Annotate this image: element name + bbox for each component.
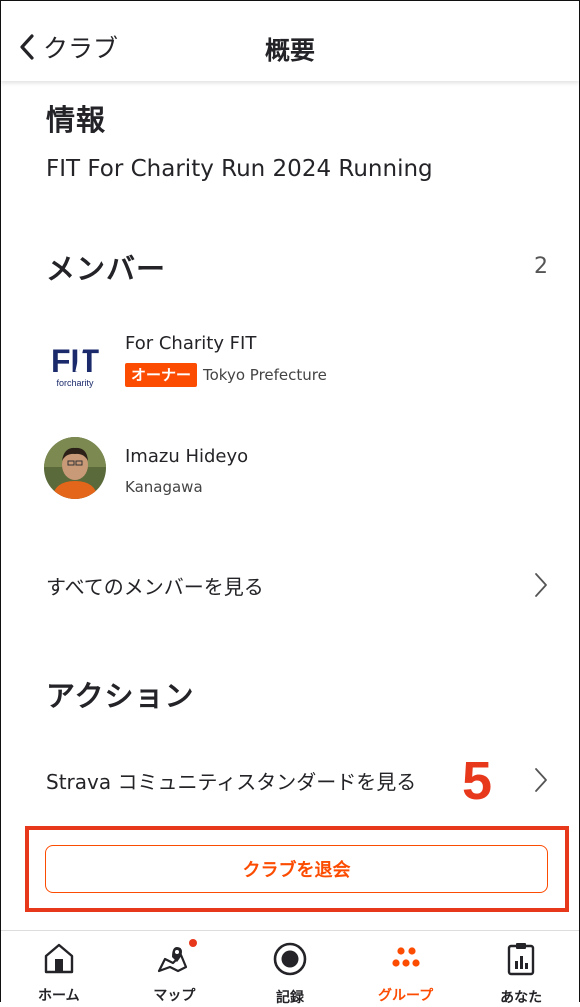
- groups-icon: [388, 941, 424, 975]
- tab-record[interactable]: 記録: [232, 931, 348, 1006]
- chevron-right-icon: [534, 767, 548, 793]
- tab-groups[interactable]: グループ: [348, 931, 464, 1004]
- see-all-members-row[interactable]: すべてのメンバーを見る: [46, 563, 548, 607]
- map-icon: [156, 941, 192, 975]
- tab-label: マップ: [153, 988, 196, 1004]
- step-number-annotation: 5: [462, 751, 493, 811]
- info-section-title: 情報: [46, 103, 107, 137]
- see-all-members-label: すべてのメンバーを見る: [46, 574, 264, 599]
- member-name[interactable]: For Charity FIT: [125, 333, 256, 354]
- club-description: FIT For Charity Run 2024 Running: [46, 156, 433, 182]
- owner-badge: オーナー: [125, 363, 198, 387]
- members-section-title: メンバー: [46, 252, 167, 286]
- record-icon: [272, 941, 308, 977]
- member-location: Tokyo Prefecture: [203, 366, 327, 384]
- member-location: Kanagawa: [125, 478, 203, 496]
- club-logo[interactable]: FIT forcharity: [44, 338, 106, 400]
- avatar[interactable]: [44, 437, 106, 499]
- tab-label: あなた: [500, 990, 543, 1006]
- svg-text:FIT: FIT: [51, 343, 99, 379]
- bottom-tab-bar: ホーム マップ 記録 グループ あなた: [1, 930, 579, 1006]
- tab-home[interactable]: ホーム: [1, 931, 117, 1004]
- tab-map[interactable]: マップ: [117, 931, 233, 1004]
- profile-stats-icon: [505, 941, 537, 977]
- leave-club-button[interactable]: クラブを退会: [45, 845, 548, 893]
- top-nav-bar: クラブ 概要: [1, 1, 579, 81]
- member-name[interactable]: Imazu Hideyo: [125, 446, 248, 467]
- community-standards-label: Strava コミュニティスタンダードを見る: [46, 769, 417, 794]
- page-title: 概要: [264, 36, 315, 65]
- chevron-right-icon: [534, 572, 548, 598]
- home-icon: [42, 941, 76, 975]
- tab-you[interactable]: あなた: [463, 931, 579, 1006]
- tab-label: ホーム: [38, 988, 80, 1004]
- svg-text:forcharity: forcharity: [56, 378, 94, 388]
- tab-label: 記録: [275, 990, 304, 1006]
- member-meta: オーナー Tokyo Prefecture: [125, 363, 327, 387]
- leave-club-label: クラブを退会: [242, 860, 351, 881]
- notification-dot: [188, 939, 197, 947]
- actions-section-title: アクション: [46, 679, 195, 713]
- tab-label: グループ: [377, 988, 434, 1004]
- member-count: 2: [534, 254, 548, 279]
